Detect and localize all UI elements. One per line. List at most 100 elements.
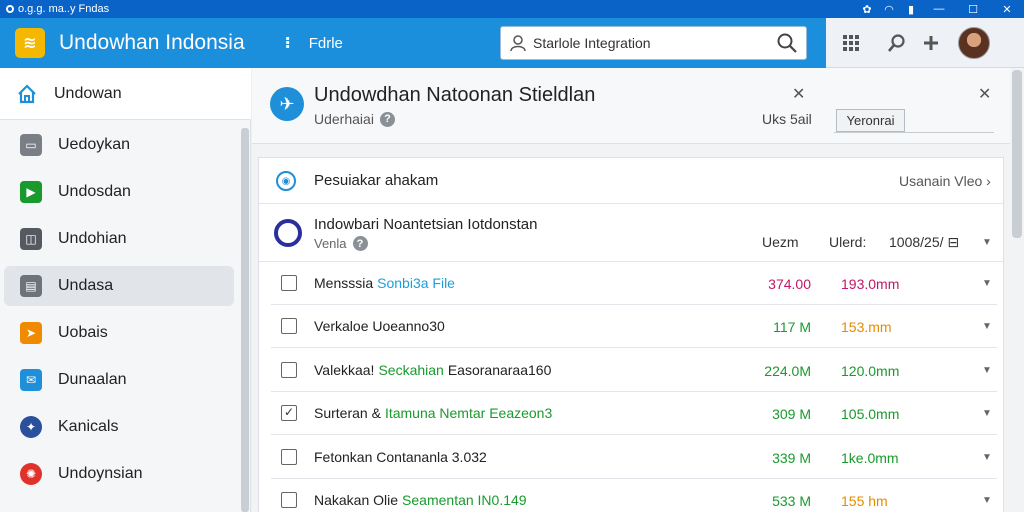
sidebar-item-uobais[interactable]: ➤ Uobais <box>4 313 234 353</box>
row-accent-label: Itamuna Nemtar Eeazeon3 <box>384 405 553 421</box>
page-subtitle-text: Uderhaiai <box>314 111 374 127</box>
row-length: 155 hm <box>841 493 888 509</box>
row-length: 105.0mm <box>841 406 900 422</box>
table-row[interactable]: Mensssia Sonbi3a File 374.00 193.0mm ▼ <box>271 262 997 305</box>
inbox-icon: ▭ <box>20 134 42 156</box>
sidebar-item-label: Uedoykan <box>58 136 131 153</box>
row-label: Mensssia <box>314 275 374 291</box>
sidebar-item-label: Uobais <box>58 324 108 341</box>
maximize-button[interactable]: ☐ <box>956 0 990 18</box>
banner-button[interactable]: Yeronrai <box>836 109 905 132</box>
card-title: Pesuiakar ahakam <box>314 172 439 189</box>
window-icon: ▤ <box>20 275 42 297</box>
app-small-icon <box>6 5 14 13</box>
chevron-down-icon[interactable]: ▼ <box>982 452 992 463</box>
chevron-down-icon[interactable]: ▼ <box>982 365 992 376</box>
sidebar-item-home[interactable]: Undowan <box>0 68 251 120</box>
sidebar-item-undosdan[interactable]: ▶ Undosdan <box>4 172 234 212</box>
close-button[interactable]: ✕ <box>990 0 1024 18</box>
sidebar-item-uedoykan[interactable]: ▭ Uedoykan <box>4 125 234 165</box>
sidebar-scrollbar[interactable] <box>241 128 249 512</box>
view-all-link[interactable]: Usanain Vleo › <box>899 173 991 189</box>
window-title: o.g.g. ma..y Fndas <box>6 3 109 15</box>
close-icon[interactable]: ✕ <box>792 84 805 104</box>
chevron-down-icon[interactable]: ▼ <box>982 237 992 248</box>
column-header: Ulerd: <box>829 234 867 250</box>
banner-status: Uks 5ail <box>762 111 812 127</box>
chevron-down-icon[interactable]: ▼ <box>982 321 992 332</box>
chevron-down-icon[interactable]: ▼ <box>982 278 992 289</box>
table-row[interactable]: ✓ Surteran & Itamuna Nemtar Eeazeon3 309 M 1… <box>271 392 997 435</box>
row-size: 117 M <box>773 319 811 335</box>
settings-icon[interactable]: ✿ <box>856 0 878 18</box>
chevron-down-icon[interactable]: ▼ <box>982 495 992 506</box>
row-label: Nakakan Olie <box>314 492 399 508</box>
sidebar-item-label: Undoynsian <box>58 465 143 482</box>
group-subtitle: Venla ? <box>314 236 368 251</box>
row-accent-label: Seamentan IN0.149 <box>402 492 527 508</box>
table-row[interactable]: Verkaloe Uoeanno30 117 M 153.mm ▼ <box>271 305 997 348</box>
send-icon: ➤ <box>20 322 42 344</box>
sidebar-item-label: Dunaalan <box>58 371 127 388</box>
row-length: 1ke.0mm <box>841 450 899 466</box>
row-size: 374.00 <box>768 276 811 292</box>
sidebar-item-undoynsian[interactable]: ✺ Undoynsian <box>4 454 234 494</box>
window-controls: ✿ ◠ ▮ — ☐ ✕ <box>856 0 1024 18</box>
app-header: ≋ Undowhan Indonsia ⁝ Fdrle <box>0 18 826 68</box>
table-row[interactable]: Valekkaa! Seckahian Easoranaraa160 224.0M 12… <box>271 349 997 392</box>
battery-icon: ▮ <box>907 3 915 16</box>
sidebar-item-dunaalan[interactable]: ✉ Dunaalan <box>4 360 234 400</box>
table-row[interactable]: Fetonkan Contananla 3.032 339 M 1ke.0mm ▼ <box>271 436 997 479</box>
close-icon[interactable]: ✕ <box>978 84 991 104</box>
target-icon: ◉ <box>276 171 296 191</box>
checkbox[interactable] <box>281 449 297 465</box>
sidebar-item-undohian[interactable]: ◫ Undohian <box>4 219 234 259</box>
results-card: ◉ Pesuiakar ahakam Usanain Vleo › Indowb… <box>258 157 1004 512</box>
checkbox[interactable] <box>281 275 297 291</box>
search-icon[interactable] <box>880 26 914 60</box>
grid-icon[interactable] <box>834 26 868 60</box>
table-row[interactable]: Nakakan Olie Seamentan IN0.149 533 M 155 hm… <box>271 479 997 512</box>
row-label: Surteran & <box>314 405 381 421</box>
checkbox[interactable] <box>281 362 297 378</box>
group-subtitle-text: Venla <box>314 236 347 251</box>
sidebar-item-kanicals[interactable]: ✦ Kanicals <box>4 407 234 447</box>
help-icon[interactable]: ? <box>379 111 395 127</box>
row-size: 309 M <box>772 406 811 422</box>
main-scrollbar[interactable] <box>1012 70 1022 238</box>
row-text: Valekkaa! Seckahian Easoranaraa160 <box>314 362 551 378</box>
row-text: Fetonkan Contananla 3.032 <box>314 449 487 465</box>
checkbox[interactable] <box>281 318 297 334</box>
minimize-button[interactable]: — <box>922 0 956 18</box>
group-header[interactable]: Indowbari Noantetsian Iotdonstan Venla ?… <box>259 204 1003 262</box>
circle-icon <box>274 219 302 247</box>
row-accent-label: Seckahian <box>378 362 444 378</box>
search-box[interactable] <box>500 26 807 60</box>
main-content: ✈ Undowdhan Natoonan Stieldlan Uderhaiai… <box>252 68 1024 512</box>
app-title: Undowhan Indonsia <box>59 31 245 54</box>
page-banner: ✈ Undowdhan Natoonan Stieldlan Uderhaiai… <box>252 68 1010 144</box>
bird-logo-icon: ✈ <box>270 87 304 121</box>
search-input[interactable] <box>533 35 776 51</box>
column-header: 1008/25/ ⊟ <box>889 234 960 250</box>
search-icon[interactable] <box>776 32 798 54</box>
header-link[interactable]: Fdrle <box>309 35 343 52</box>
avatar[interactable] <box>958 26 990 59</box>
play-icon: ▶ <box>20 181 42 203</box>
info-icon[interactable]: ⁝ <box>285 33 291 53</box>
header-actions <box>826 18 1024 68</box>
add-icon[interactable] <box>914 26 948 60</box>
help-icon[interactable]: ? <box>352 236 368 251</box>
checkbox-checked[interactable]: ✓ <box>281 405 297 421</box>
app-logo-icon[interactable]: ≋ <box>15 28 45 58</box>
chevron-down-icon[interactable]: ▼ <box>982 408 992 419</box>
divider <box>834 132 994 133</box>
column-header: Uezm <box>762 234 799 250</box>
user-icon <box>510 35 526 52</box>
sidebar-item-undasa[interactable]: ▤ Undasa <box>4 266 234 306</box>
card-header: ◉ Pesuiakar ahakam Usanain Vleo › <box>259 158 1003 204</box>
sidebar-item-label: Undasa <box>58 277 114 294</box>
row-text: Surteran & Itamuna Nemtar Eeazeon3 <box>314 405 552 421</box>
row-size: 339 M <box>772 450 811 466</box>
checkbox[interactable] <box>281 492 297 508</box>
